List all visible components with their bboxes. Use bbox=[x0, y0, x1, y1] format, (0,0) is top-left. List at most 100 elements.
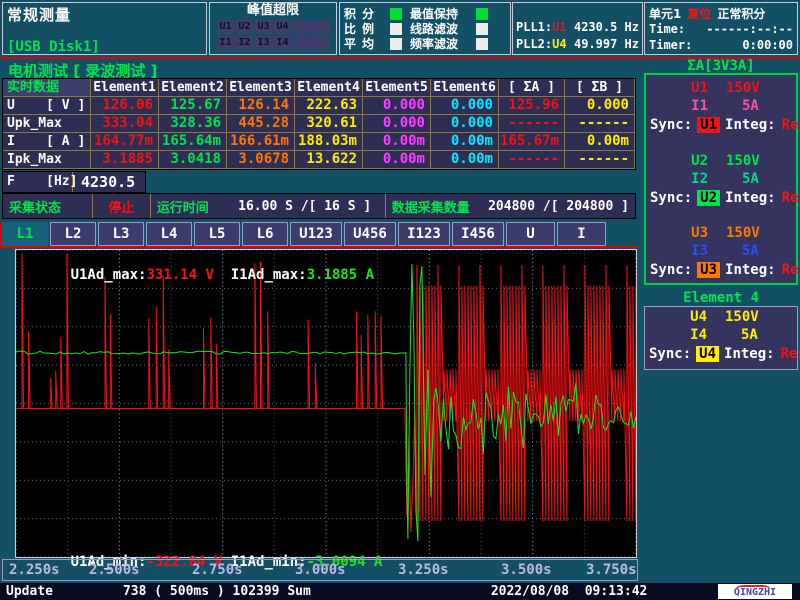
sync-label: Sync: bbox=[650, 190, 692, 206]
mode-title: 常规测量 bbox=[7, 4, 202, 25]
table-header-sigma-a: [ ΣA ] bbox=[499, 79, 565, 97]
table-value: 0.000 bbox=[431, 115, 499, 133]
sync-label: Sync: bbox=[649, 346, 691, 362]
table-value: 445.28 bbox=[227, 115, 295, 133]
sync-source-badge[interactable]: U2 bbox=[697, 190, 720, 206]
peak-grid-row2: I1 I2 I3 I4 bbox=[210, 36, 336, 50]
tab-l3[interactable]: L3 bbox=[98, 222, 144, 246]
tab-i123[interactable]: I123 bbox=[398, 222, 450, 246]
integ-reset[interactable]: Reset bbox=[782, 262, 800, 278]
tab-l4[interactable]: L4 bbox=[146, 222, 192, 246]
sync-source-badge[interactable]: U1 bbox=[697, 117, 720, 133]
channel-tab-bar: L1 L2 L3 L4 L5 L6 U123 U456 I123 I456 U … bbox=[2, 222, 606, 246]
peak-cell: I3 bbox=[255, 36, 273, 50]
tab-l1[interactable]: L1 bbox=[2, 222, 48, 246]
tab-u456[interactable]: U456 bbox=[344, 222, 396, 246]
plot-top-border bbox=[0, 246, 638, 248]
tab-i456[interactable]: I456 bbox=[452, 222, 504, 246]
average-checkbox[interactable] bbox=[390, 38, 402, 50]
integ-reset[interactable]: Reset bbox=[782, 117, 800, 133]
time-axis: 2.250s 2.500s 2.750s 3.000s 3.250s 3.500… bbox=[2, 559, 638, 581]
max-annotation: U1Ad_max:331.14 V I1Ad_max:3.1885 A bbox=[20, 251, 374, 299]
table-value: 164.77m bbox=[91, 133, 159, 151]
x-tick: 3.000s bbox=[295, 562, 346, 578]
table-header-sigma-b: [ ΣB ] bbox=[565, 79, 635, 97]
x-tick: 3.750s bbox=[586, 562, 637, 578]
peak-cell bbox=[293, 20, 311, 34]
sync-source-badge[interactable]: U4 bbox=[696, 346, 719, 362]
u-max-value: 331.14 V bbox=[146, 267, 213, 283]
unit-reset-indicator[interactable]: 复位 bbox=[687, 5, 711, 22]
table-value: 165.64m bbox=[159, 133, 227, 151]
sigma-wiring-panel: U1150V I15A Sync: U1 Integ: Reset U2150V… bbox=[644, 73, 798, 285]
logo-swoosh-icon bbox=[736, 585, 770, 592]
table-value: 333.04 bbox=[91, 115, 159, 133]
peak-cell bbox=[312, 36, 330, 50]
table-value: ------ bbox=[499, 115, 565, 133]
pll1-label: PLL1: bbox=[516, 20, 552, 34]
integral-checkbox[interactable] bbox=[390, 8, 402, 20]
row-label-current: I [ A ] bbox=[3, 133, 91, 151]
tab-l6[interactable]: L6 bbox=[242, 222, 288, 246]
sync-label: Sync: bbox=[650, 117, 692, 133]
frequency-box: F [Hz] 4230.5 bbox=[2, 171, 146, 193]
table-value: 0.00m bbox=[431, 151, 499, 169]
peak-cell: U4 bbox=[274, 20, 292, 34]
peak-grid-row1: U1 U2 U3 U4 bbox=[210, 20, 336, 34]
time-value: ------:--:-- bbox=[706, 22, 793, 36]
table-value: 0.00m bbox=[431, 133, 499, 151]
table-value: 3.0678 bbox=[227, 151, 295, 169]
sync-source-badge[interactable]: U3 bbox=[697, 262, 720, 278]
integ-reset[interactable]: Reset bbox=[782, 190, 800, 206]
u4-range: 150V bbox=[725, 309, 759, 327]
time-label: Time: bbox=[649, 22, 685, 36]
acq-status-label: 采集状态 bbox=[3, 197, 92, 216]
element2-group: U2150V I25A Sync: U2 Integ: Reset bbox=[646, 153, 796, 207]
peak-cell bbox=[293, 36, 311, 50]
peak-over-limit-box: 峰值超限 U1 U2 U3 U4 I1 I2 I3 I4 bbox=[209, 2, 337, 55]
table-value: 166.61m bbox=[227, 133, 295, 151]
element4-group: U4150V I45A Sync: U4 Integ: Reset bbox=[645, 309, 797, 363]
unit-box: 单元1 复位 正常积分 Time: ------:--:-- Timer: 0:… bbox=[644, 2, 798, 55]
tab-l2[interactable]: L2 bbox=[50, 222, 96, 246]
table-header-element5: Element5 bbox=[363, 79, 431, 97]
freq-filter-checkbox[interactable] bbox=[476, 38, 488, 50]
x-tick: 3.250s bbox=[398, 562, 449, 578]
line-filter-checkbox[interactable] bbox=[476, 23, 488, 35]
x-tick: 3.500s bbox=[501, 562, 552, 578]
peak-cell: I4 bbox=[274, 36, 292, 50]
measure-toggles-box: 积分 最值保持 比例 线路滤波 平均 频率滤波 bbox=[339, 2, 511, 55]
tab-l5[interactable]: L5 bbox=[194, 222, 240, 246]
runtime-label: 运行时间 bbox=[151, 197, 232, 216]
table-value: 320.61 bbox=[295, 115, 363, 133]
frequency-label: F [Hz] bbox=[3, 172, 73, 192]
i-max-label: I1Ad_max: bbox=[231, 267, 307, 283]
ratio-checkbox[interactable] bbox=[390, 23, 402, 35]
table-value: 125.96 bbox=[499, 97, 565, 115]
integ-label: Integ: bbox=[725, 117, 776, 133]
analyzer-screen: 常规测量 [USB Disk1] 峰值超限 U1 U2 U3 U4 I1 I2 … bbox=[0, 0, 800, 600]
sample-count-label: 数据采集数量 bbox=[386, 197, 482, 216]
tab-i[interactable]: I bbox=[557, 222, 606, 246]
u3-name: U3 bbox=[646, 225, 708, 243]
pll-box: PLL1: U1 4230.5 Hz PLL2: U4 49.997 Hz bbox=[512, 2, 643, 55]
table-value: 0.000 bbox=[565, 97, 635, 115]
tab-u123[interactable]: U123 bbox=[290, 222, 342, 246]
pll2-source: U4 bbox=[552, 37, 566, 51]
table-header-element1: Element1 bbox=[91, 79, 159, 97]
sync-label: Sync: bbox=[650, 262, 692, 278]
integ-label: Integ: bbox=[725, 262, 776, 278]
table-header-element6: Element6 bbox=[431, 79, 499, 97]
integ-reset[interactable]: Reset bbox=[781, 346, 800, 362]
table-value: 0.000 bbox=[363, 97, 431, 115]
tab-u[interactable]: U bbox=[506, 222, 555, 246]
frequency-value: 4230.5 bbox=[81, 173, 135, 191]
table-value: 126.06 bbox=[91, 97, 159, 115]
pll1-value: 4230.5 Hz bbox=[574, 20, 639, 34]
element4-title: Element 4 bbox=[644, 290, 798, 306]
i2-name: I2 bbox=[646, 171, 708, 189]
peak-title: 峰值超限 bbox=[210, 3, 336, 18]
u1-range: 150V bbox=[726, 80, 760, 98]
qingzhi-logo: QINGZHI bbox=[718, 584, 792, 599]
max-hold-checkbox[interactable] bbox=[476, 8, 488, 20]
